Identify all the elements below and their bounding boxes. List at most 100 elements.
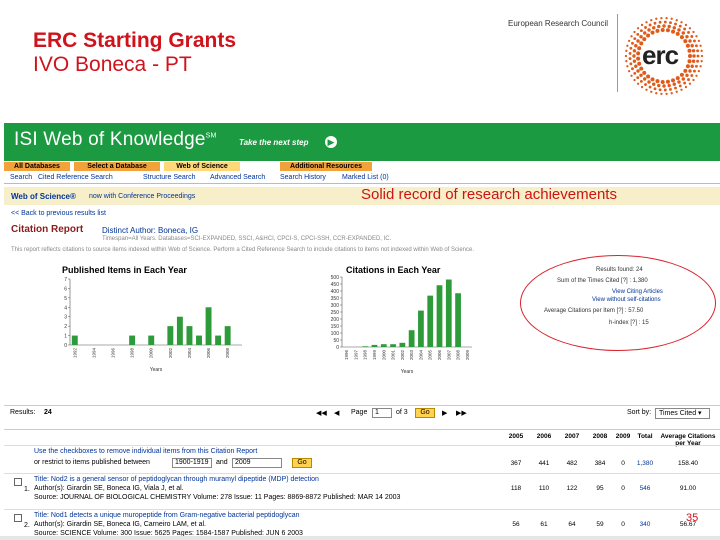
- record-checkbox[interactable]: [14, 478, 22, 486]
- next-page-icon[interactable]: ▶: [442, 409, 447, 417]
- subnav-search-history[interactable]: Search History: [280, 174, 326, 181]
- erc-logo-dot: [636, 56, 641, 61]
- erc-logo-dot: [688, 82, 692, 85]
- erc-logo-dot: [688, 27, 692, 30]
- x-tick-label: 2008: [456, 350, 461, 361]
- record-2005: 118: [510, 485, 522, 492]
- erc-logo-dot: [636, 76, 640, 80]
- y-tick-label: 4: [64, 305, 67, 311]
- erc-logo-dot: [636, 69, 640, 73]
- record-checkbox[interactable]: [14, 514, 22, 522]
- arrow-right-icon[interactable]: ▶: [325, 136, 337, 148]
- record-title[interactable]: Title: Nod1 detects a unique muropeptide…: [34, 512, 300, 519]
- erc-logo-dot: [631, 41, 634, 45]
- view-without-self-citations-link[interactable]: View without self-citations: [592, 297, 661, 303]
- y-tick-label: 400: [331, 289, 340, 295]
- erc-logo-dot: [671, 29, 676, 34]
- erc-logo-dot: [665, 92, 668, 96]
- record-title[interactable]: Title: Nod2 is a general sensor of pepti…: [34, 476, 319, 483]
- erc-logo-dot: [630, 74, 633, 77]
- erc-logo-dot: [700, 60, 703, 63]
- record-2008: 95: [596, 485, 604, 492]
- erc-logo-dot: [684, 23, 688, 27]
- slide-title-line2: IVO Boneca - PT: [33, 53, 192, 76]
- erc-logo-dot: [685, 35, 689, 39]
- subnav-advanced-search[interactable]: Advanced Search: [210, 174, 265, 181]
- subnav-structure-search[interactable]: Structure Search: [143, 174, 196, 181]
- x-tick-label: 2002: [168, 348, 173, 359]
- erc-logo-dot: [697, 69, 700, 73]
- bar: [380, 344, 387, 347]
- x-tick-label: 2001: [391, 350, 396, 361]
- tab-web-of-science[interactable]: Web of Science: [164, 162, 240, 171]
- wos-subtitle: now with Conference Proceedings: [89, 193, 196, 200]
- erc-logo-dot: [639, 73, 643, 77]
- page-number-input[interactable]: 1: [372, 408, 392, 418]
- isi-tagline[interactable]: Take the next step: [239, 138, 309, 147]
- record-total[interactable]: 546: [632, 485, 658, 492]
- record-total[interactable]: 340: [632, 521, 658, 528]
- erc-logo-dot: [672, 26, 676, 30]
- total-2007: 482: [566, 460, 578, 467]
- subnav-marked-list[interactable]: Marked List (0): [342, 174, 389, 181]
- erc-logo-dot: [675, 90, 678, 93]
- last-page-icon[interactable]: ▶▶: [456, 409, 467, 417]
- y-tick-label: 3: [64, 315, 67, 321]
- erc-logo-dot: [650, 19, 653, 22]
- prev-page-icon[interactable]: ◀: [334, 409, 339, 417]
- x-tick-label: 1998: [363, 350, 368, 361]
- back-to-results-link[interactable]: << Back to previous results list: [11, 210, 106, 217]
- bar: [196, 335, 202, 345]
- record-authors: Author(s): Girardin SE, Boneca IG, Carne…: [34, 521, 206, 528]
- database-tabs: All Databases Select a Database Web of S…: [4, 161, 720, 171]
- erc-logo-dot: [678, 24, 682, 28]
- view-citing-link[interactable]: View Citing Articles: [612, 289, 663, 295]
- tab-select-database[interactable]: Select a Database: [74, 162, 160, 171]
- subnav-cited-reference-search[interactable]: Cited Reference Search: [38, 174, 113, 181]
- erc-logo-dot: [653, 87, 657, 91]
- bar: [205, 307, 212, 345]
- record-2008: 59: [596, 521, 604, 528]
- bar: [436, 285, 443, 347]
- erc-logo-dot: [685, 73, 689, 77]
- erc-logo-dot: [694, 44, 698, 48]
- y-tick-label: 450: [331, 282, 340, 288]
- subnav-search[interactable]: Search: [10, 174, 32, 181]
- erc-logo-dot: [692, 54, 696, 58]
- erc-logo-dot: [655, 92, 658, 95]
- erc-logo-dot: [632, 49, 637, 53]
- x-tick-label: 2002: [400, 350, 405, 361]
- restrict-go-button[interactable]: Go: [292, 458, 312, 468]
- erc-logo-dot: [699, 65, 702, 68]
- tab-all-databases[interactable]: All Databases: [4, 162, 70, 171]
- erc-logo-dot: [643, 31, 647, 35]
- erc-logo-dot: [667, 83, 671, 88]
- record-source: Source: JOURNAL OF BIOLOGICAL CHEMISTRY …: [34, 494, 401, 501]
- erc-logo-dot: [637, 46, 642, 51]
- isi-logo[interactable]: ISI Web of KnowledgeSM: [14, 129, 217, 151]
- table-row: 1. Title: Nod2 is a general sensor of pe…: [4, 473, 720, 507]
- col-total: Total: [637, 433, 653, 440]
- sum-times-cited-stat: Sum of the Times Cited [?] : 1,380: [557, 278, 648, 284]
- first-page-icon[interactable]: ◀◀: [316, 409, 327, 417]
- erc-logo-dot: [687, 30, 690, 34]
- remove-items-instruction[interactable]: Use the checkboxes to remove individual …: [34, 448, 257, 455]
- year-from-select[interactable]: 1900-1919: [172, 458, 212, 468]
- erc-logo-dot: [685, 64, 690, 69]
- erc-logo-dot: [626, 44, 629, 47]
- erc-logo-dot: [628, 39, 631, 43]
- page-go-button[interactable]: Go: [415, 408, 435, 418]
- erc-logo-dot: [658, 20, 662, 24]
- year-to-select[interactable]: 2009: [232, 458, 282, 468]
- tab-additional-resources[interactable]: Additional Resources: [280, 162, 372, 171]
- total-all: 1,380: [636, 460, 654, 467]
- erc-logo-dot: [628, 51, 632, 55]
- sort-by-select[interactable]: Times Cited ▾: [655, 408, 710, 419]
- erc-logo-dot: [690, 44, 694, 48]
- page-label: Page: [351, 409, 368, 416]
- y-tick-label: 50: [333, 338, 339, 344]
- erc-logo-dot: [691, 59, 696, 63]
- x-tick-label: 2007: [446, 350, 451, 361]
- erc-logo-dot: [628, 69, 631, 73]
- stat-value: 57.50: [628, 308, 644, 314]
